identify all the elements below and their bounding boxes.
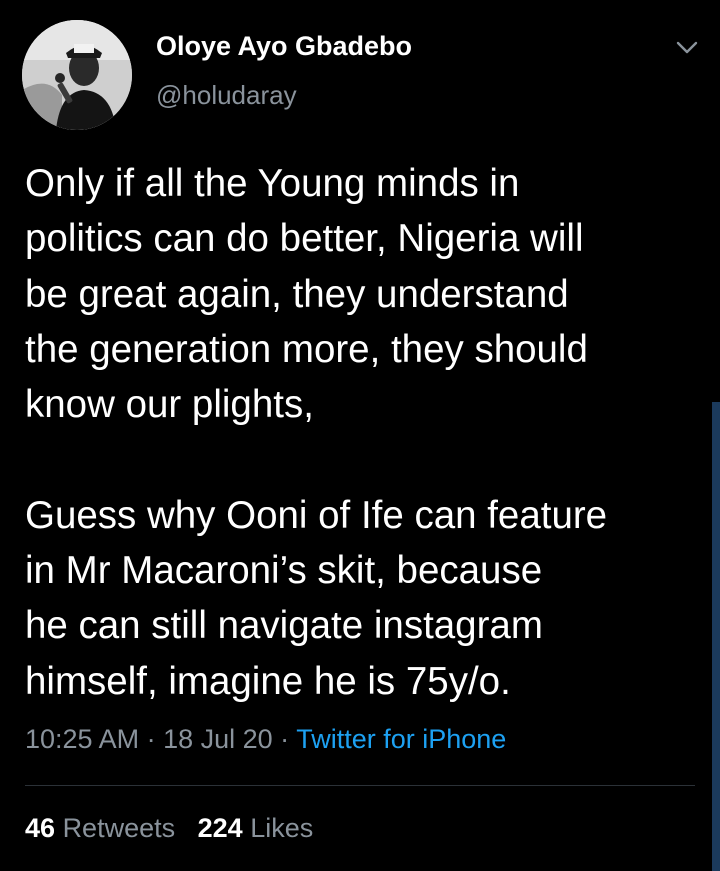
retweets-stat[interactable]: 46 Retweets bbox=[25, 813, 175, 843]
divider bbox=[25, 785, 695, 786]
tweet-text: Only if all the Young minds in politics … bbox=[25, 162, 608, 703]
tweet-source-link[interactable]: Twitter for iPhone bbox=[296, 724, 506, 754]
scrollbar[interactable] bbox=[712, 402, 720, 871]
user-handle[interactable]: @holudaray bbox=[156, 80, 297, 111]
engagement-stats: 46 Retweets 224 Likes bbox=[25, 813, 313, 844]
likes-stat[interactable]: 224 Likes bbox=[198, 813, 314, 843]
retweets-count: 46 bbox=[25, 813, 56, 843]
tweet-time: 10:25 AM bbox=[25, 724, 140, 754]
display-name[interactable]: Oloye Ayo Gbadebo bbox=[156, 31, 412, 62]
likes-label: Likes bbox=[250, 813, 314, 843]
chevron-down-icon[interactable] bbox=[674, 38, 700, 58]
likes-count: 224 bbox=[197, 813, 243, 843]
separator-dot: · bbox=[139, 724, 164, 754]
avatar[interactable] bbox=[22, 20, 132, 130]
separator-dot: · bbox=[272, 724, 297, 754]
tweet-date: 18 Jul 20 bbox=[163, 724, 273, 754]
retweets-label: Retweets bbox=[62, 813, 176, 843]
tweet-metadata: 10:25 AM · 18 Jul 20 · Twitter for iPhon… bbox=[25, 724, 506, 755]
profile-photo bbox=[22, 20, 132, 130]
